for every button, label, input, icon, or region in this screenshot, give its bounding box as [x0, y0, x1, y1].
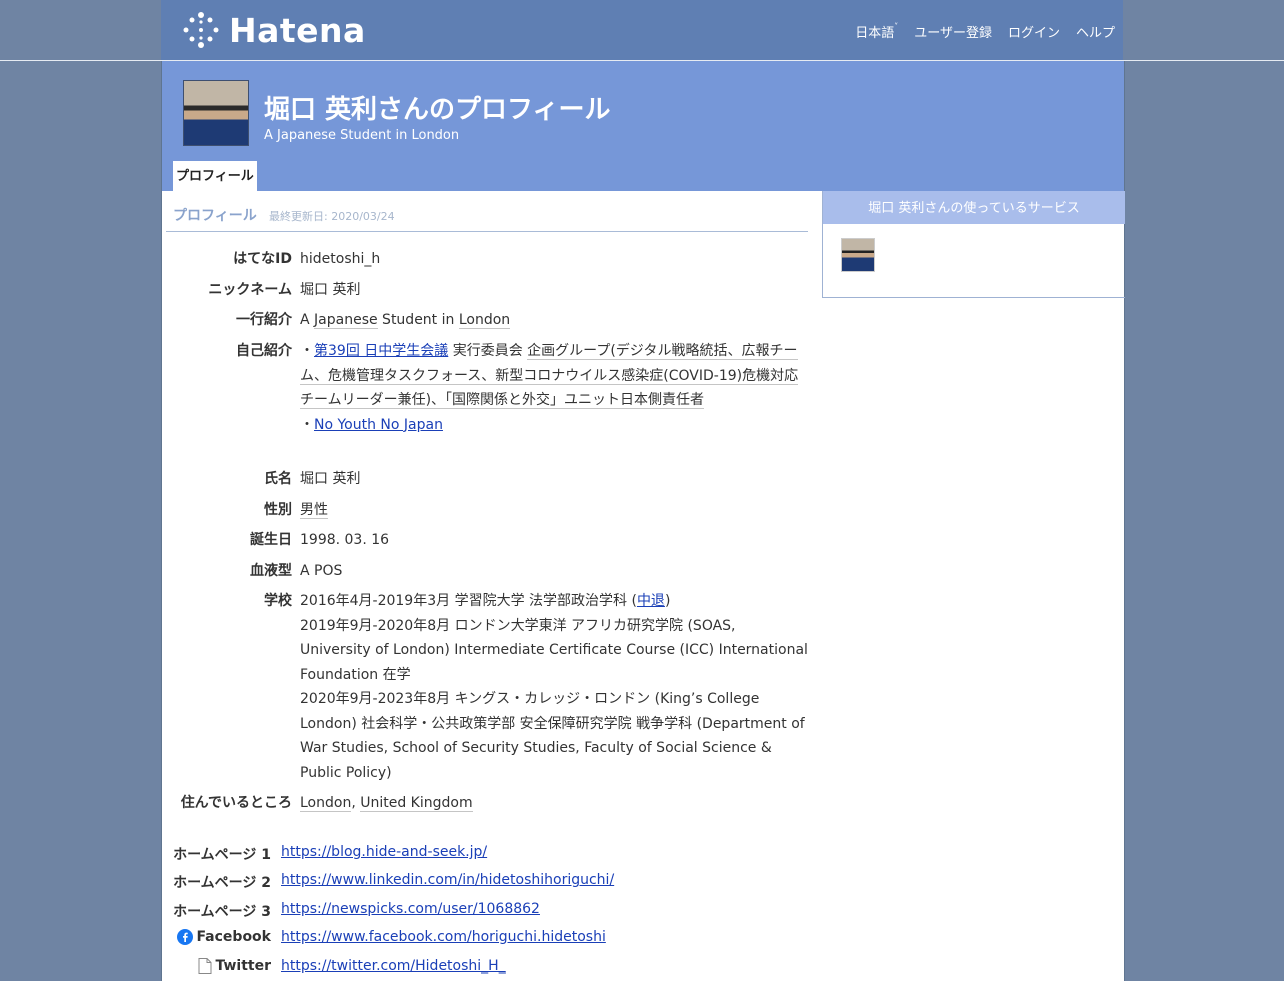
login-link[interactable]: ログイン: [1008, 22, 1060, 41]
homepage-label-text: ホームページ 3: [173, 904, 271, 920]
avatar: [183, 80, 249, 146]
hatena-id-value: hidetoshi_h: [300, 251, 381, 267]
nickname-value: 堀口 英利: [300, 282, 361, 298]
signup-link[interactable]: ユーザー登録: [914, 22, 992, 41]
location-city[interactable]: London: [300, 795, 352, 812]
intro-text-mid: Student in: [377, 312, 459, 328]
birthday-label: 誕生日: [250, 532, 292, 548]
dropout-link[interactable]: 中退: [637, 593, 665, 609]
service-avatar[interactable]: [841, 238, 875, 272]
top-nav: 日本語˅ ユーザー登録 ログイン ヘルプ: [855, 22, 1115, 41]
facebook-icon: [177, 929, 194, 945]
jcsc-link[interactable]: 第39回 日中学生会議: [314, 343, 448, 359]
intro-label: 一行紹介: [236, 312, 292, 328]
homepage-label-3: ホームページ 3: [166, 901, 271, 921]
facebook-label: Facebook: [166, 929, 271, 945]
blood-type-value: A POS: [300, 563, 343, 579]
birthday-value: 1998. 03. 16: [300, 532, 390, 548]
page-subtitle: A Japanese Student in London: [264, 128, 460, 143]
school-entry-3: 2020年9月-2023年8月 キングス・カレッジ・ロンドン (King’s C…: [300, 691, 805, 781]
nickname-label: ニックネーム: [208, 282, 292, 298]
facebook-label-text: Facebook: [196, 929, 271, 945]
tab-profile[interactable]: プロフィール: [173, 161, 257, 191]
school-value: 2016年4月-2019年3月 学習院大学 法学部政治学科 (中退) 2019年…: [300, 589, 808, 785]
services-title: 堀口 英利さんの使っているサービス: [823, 191, 1125, 224]
homepage-label-text: ホームページ 1: [173, 847, 271, 863]
logo-text: Hatena: [229, 10, 366, 50]
location-value: London, United Kingdom: [300, 791, 808, 816]
document-icon: [198, 958, 212, 974]
chevron-down-icon: ˅: [894, 22, 899, 31]
language-selector[interactable]: 日本語˅: [855, 22, 898, 41]
intro-keyword-japanese[interactable]: Japanese: [314, 312, 378, 329]
section-title: プロフィール: [173, 208, 257, 224]
location-country[interactable]: United Kingdom: [360, 795, 473, 812]
homepage-link-1[interactable]: https://blog.hide-and-seek.jp/: [281, 844, 487, 860]
hatena-logo[interactable]: Hatena: [181, 10, 366, 50]
intro-keyword-london[interactable]: London: [458, 312, 511, 329]
location-label: 住んでいるところ: [180, 795, 292, 811]
name-label: 氏名: [264, 471, 292, 487]
last-updated: 最終更新日: 2020/03/24: [269, 210, 395, 223]
gender-keyword[interactable]: 男性: [300, 502, 328, 519]
help-link[interactable]: ヘルプ: [1076, 22, 1115, 41]
school-entry-1: 2016年4月-2019年3月 学習院大学 法学部政治学科 (: [300, 593, 637, 609]
profile-header: 堀口 英利さんのプロフィール A Japanese Student in Lon…: [162, 61, 1124, 191]
intro-value: A Japanese Student in London: [300, 308, 808, 333]
name-value: 堀口 英利: [300, 471, 361, 487]
bullet: ・: [300, 343, 314, 359]
facebook-link[interactable]: https://www.facebook.com/horiguchi.hidet…: [281, 929, 606, 945]
homepage-link-3[interactable]: https://newspicks.com/user/1068862: [281, 901, 540, 917]
homepage-label-2: ホームページ 2: [166, 872, 271, 892]
self-intro-value: ・第39回 日中学生会議 実行委員会 企画グループ(デジタル戦略統括、広報チーム…: [300, 339, 808, 437]
top-bar-inner: Hatena 日本語˅ ユーザー登録 ログイン ヘルプ: [161, 0, 1123, 60]
section-header: プロフィール 最終更新日: 2020/03/24: [166, 205, 808, 232]
intro-text-a: A: [300, 312, 315, 328]
homepage-link-2[interactable]: https://www.linkedin.com/in/hidetoshihor…: [281, 872, 614, 888]
twitter-label: Twitter: [166, 958, 271, 974]
school-label: 学校: [264, 593, 292, 609]
language-label: 日本語: [855, 26, 895, 41]
page-title: 堀口 英利さんのプロフィール: [264, 95, 611, 125]
self-intro-label: 自己紹介: [236, 343, 292, 359]
twitter-link[interactable]: https://twitter.com/Hidetoshi_H_: [281, 958, 506, 974]
top-bar: Hatena 日本語˅ ユーザー登録 ログイン ヘルプ: [0, 0, 1284, 61]
homepage-label-text: ホームページ 2: [173, 875, 271, 891]
bullet: ・: [300, 416, 314, 433]
location-sep: ,: [351, 795, 361, 811]
no-youth-no-japan-link[interactable]: No Youth No Japan: [314, 417, 443, 433]
page: 堀口 英利さんのプロフィール A Japanese Student in Lon…: [161, 61, 1125, 981]
gender-label: 性別: [264, 502, 292, 518]
blood-type-label: 血液型: [250, 563, 292, 579]
twitter-label-text: Twitter: [215, 958, 271, 974]
hatena-dots-logo-icon: [183, 12, 219, 48]
school-entry-2: 2019年9月-2020年8月 ロンドン大学東洋 アフリカ研究学院 (SOAS,…: [300, 617, 808, 683]
self-intro-text-a: 実行委員会: [448, 343, 528, 359]
services-sidebar: 堀口 英利さんの使っているサービス: [822, 191, 1125, 298]
hatena-id-label: はてなID: [233, 251, 292, 267]
gender-value: 男性: [300, 498, 808, 523]
homepage-label-1: ホームページ 1: [166, 844, 271, 864]
school-entry-1-end: ): [664, 593, 671, 609]
